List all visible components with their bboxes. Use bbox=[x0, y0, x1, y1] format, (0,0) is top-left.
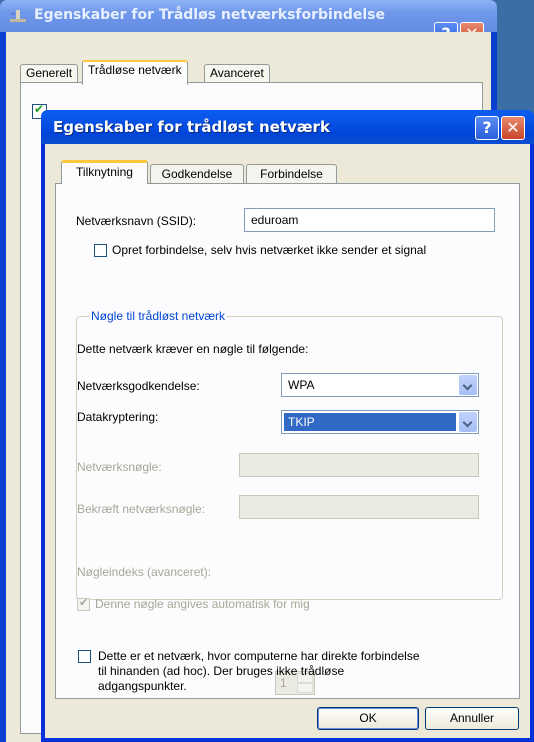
tab-forbindelse[interactable]: Forbindelse bbox=[246, 164, 337, 183]
network-auth-select[interactable]: WPA bbox=[281, 373, 479, 397]
ok-button[interactable]: OK bbox=[317, 707, 419, 730]
cancel-button[interactable]: Annuller bbox=[425, 707, 519, 730]
connect-non-broadcast-checkbox[interactable] bbox=[94, 244, 107, 257]
ssid-input[interactable]: eduroam bbox=[244, 208, 495, 232]
wireless-key-group-title: Nøgle til trådløst netværk bbox=[89, 309, 228, 323]
auto-key-label: Denne nøgle angives automatisk for mig bbox=[95, 597, 310, 611]
tab-godkendelse[interactable]: Godkendelse bbox=[150, 164, 244, 183]
network-key-input[interactable] bbox=[239, 453, 479, 477]
key-index-label: Nøgleindeks (avanceret): bbox=[77, 565, 212, 579]
wireless-key-group: Nøgle til trådløst netværk Dette netværk… bbox=[76, 309, 503, 611]
adhoc-label-line1: Dette er et netværk, hvor computerne har… bbox=[98, 649, 420, 663]
adhoc-checkbox[interactable] bbox=[78, 650, 91, 663]
key-index-value: 1 bbox=[280, 676, 287, 690]
chevron-down-icon[interactable] bbox=[459, 375, 477, 395]
close-button[interactable]: ✕ bbox=[501, 116, 525, 140]
dialog-body: Tilknytning Godkendelse Forbindelse Netv… bbox=[45, 144, 530, 738]
wireless-network-properties-dialog: Egenskaber for trådløst netværk ? ✕ Tilk… bbox=[41, 110, 534, 742]
tilknytning-panel: Netværksnavn (SSID): eduroam Opret forbi… bbox=[55, 183, 520, 699]
help-button[interactable]: ? bbox=[475, 116, 499, 140]
key-intro-text: Dette netværk kræver en nøgle til følgen… bbox=[77, 342, 309, 356]
tab-tilknytning[interactable]: Tilknytning bbox=[61, 160, 148, 184]
data-encryption-value: TKIP bbox=[284, 413, 456, 431]
back-window-title: Egenskaber for Trådløs netværksforbindel… bbox=[34, 7, 385, 23]
back-window-titlebar[interactable]: Egenskaber for Trådløs netværksforbindel… bbox=[0, 0, 497, 46]
chevron-down-icon[interactable] bbox=[459, 412, 477, 432]
network-key-label: Netværksnøgle: bbox=[77, 460, 162, 474]
tab-traadloese-netvaerk[interactable]: Trådløse netværk bbox=[82, 60, 188, 85]
network-auth-label: Netværksgodkendelse: bbox=[77, 379, 200, 393]
connect-non-broadcast-label: Opret forbindelse, selv hvis netværket i… bbox=[112, 243, 427, 257]
confirm-key-label: Bekræft netværksnøgle: bbox=[77, 502, 206, 516]
data-encryption-label: Datakryptering: bbox=[77, 410, 159, 424]
dialog-titlebar[interactable]: Egenskaber for trådløst netværk ? ✕ bbox=[41, 110, 534, 144]
adhoc-label-line3: adgangspunkter. bbox=[98, 679, 187, 693]
dialog-title: Egenskaber for trådløst netværk bbox=[53, 118, 330, 136]
spin-down-button[interactable] bbox=[297, 683, 313, 693]
network-connection-icon bbox=[10, 10, 26, 22]
network-auth-value: WPA bbox=[288, 378, 315, 392]
adhoc-label-line2: til hinanden (ad hoc). Der bruges ikke t… bbox=[98, 664, 345, 678]
data-encryption-select[interactable]: TKIP bbox=[281, 410, 479, 434]
confirm-key-input[interactable] bbox=[239, 495, 479, 519]
tab-avanceret[interactable]: Avanceret bbox=[204, 64, 270, 83]
tab-generelt[interactable]: Generelt bbox=[20, 64, 79, 83]
ssid-label: Netværksnavn (SSID): bbox=[76, 214, 197, 228]
auto-key-checkbox[interactable] bbox=[77, 596, 90, 611]
